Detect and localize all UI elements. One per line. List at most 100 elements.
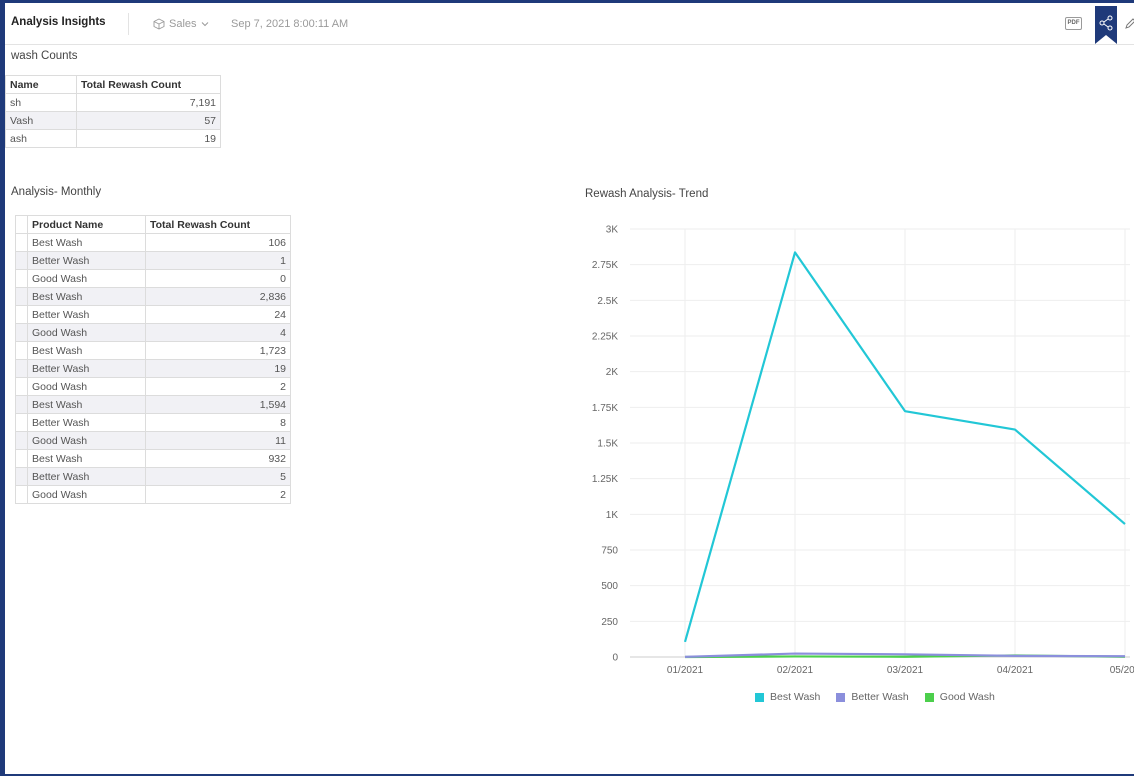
monthly-cell-product: Best Wash [27, 395, 146, 414]
pdf-export-button[interactable]: PDF [1065, 17, 1082, 30]
monthly-cell-group [15, 431, 28, 450]
monthly-cell-count: 106 [145, 233, 291, 252]
table-row: Vash 57 [5, 111, 221, 130]
monthly-cell-group [15, 413, 28, 432]
table-row: Good Wash 11 [15, 431, 291, 450]
report-header: Analysis Insights Sales Sep 7, 2021 8:00… [5, 3, 1134, 45]
legend-item-better-wash[interactable]: Better Wash [836, 691, 909, 703]
summary-header-row: Name Total Rewash Count [5, 75, 221, 94]
monthly-cell-product: Best Wash [27, 233, 146, 252]
monthly-header-row: Product Name Total Rewash Count [15, 215, 291, 234]
monthly-cell-group [15, 323, 28, 342]
monthly-col-product[interactable]: Product Name [27, 215, 146, 234]
monthly-cell-count: 1,594 [145, 395, 291, 414]
legend-item-good-wash[interactable]: Good Wash [924, 691, 995, 703]
dataset-selector[interactable]: Sales [153, 18, 209, 30]
chart-title: Rewash Analysis- Trend [585, 188, 709, 200]
monthly-cell-count: 2 [145, 485, 291, 504]
monthly-cell-count: 24 [145, 305, 291, 324]
monthly-cell-count: 0 [145, 269, 291, 288]
summary-cell-count: 19 [76, 129, 221, 148]
y-tick-label: 1.25K [592, 474, 618, 485]
y-tick-label: 1.75K [592, 403, 618, 414]
monthly-cell-count: 1,723 [145, 341, 291, 360]
table-row: Best Wash 1,594 [15, 395, 291, 414]
table-row: Better Wash 19 [15, 359, 291, 378]
table-row: ash 19 [5, 129, 221, 148]
app-frame: Analysis Insights Sales Sep 7, 2021 8:00… [0, 0, 1134, 776]
monthly-cell-product: Better Wash [27, 359, 146, 378]
table-row: Best Wash 2,836 [15, 287, 291, 306]
monthly-cell-group [15, 395, 28, 414]
cube-icon [153, 18, 165, 30]
monthly-cell-product: Best Wash [27, 287, 146, 306]
y-tick-label: 2K [606, 367, 619, 378]
monthly-cell-group [15, 305, 28, 324]
monthly-cell-product: Good Wash [27, 323, 146, 342]
chevron-down-icon [201, 22, 208, 27]
y-tick-label: 750 [601, 546, 618, 557]
summary-col-name[interactable]: Name [5, 75, 77, 94]
monthly-cell-group [15, 449, 28, 468]
x-tick-label: 05/202 [1110, 665, 1134, 676]
table-row: Best Wash 106 [15, 233, 291, 252]
monthly-cell-product: Best Wash [27, 341, 146, 360]
legend-label: Best Wash [770, 691, 821, 703]
header-divider [128, 13, 129, 35]
monthly-cell-group [15, 233, 28, 252]
summary-cell-name: ash [5, 129, 77, 148]
monthly-cell-product: Better Wash [27, 413, 146, 432]
summary-cell-count: 7,191 [76, 93, 221, 112]
monthly-cell-group [15, 251, 28, 270]
legend-swatch [755, 692, 764, 702]
summary-col-count[interactable]: Total Rewash Count [76, 75, 221, 94]
monthly-title: Analysis- Monthly [11, 186, 102, 198]
app-title: Analysis Insights [11, 16, 106, 28]
summary-cell-count: 57 [76, 111, 221, 130]
chart-legend: Best Wash Better Wash Good Wash [755, 691, 995, 703]
monthly-cell-product: Good Wash [27, 485, 146, 504]
monthly-cell-count: 5 [145, 467, 291, 486]
table-row: Better Wash 24 [15, 305, 291, 324]
monthly-cell-group [15, 377, 28, 396]
x-tick-label: 03/2021 [887, 665, 924, 676]
summary-cell-name: sh [5, 93, 77, 112]
monthly-cell-group [15, 467, 28, 486]
y-tick-label: 0 [612, 653, 618, 664]
y-tick-label: 2.25K [592, 332, 618, 343]
y-tick-label: 2.75K [592, 260, 618, 271]
monthly-cell-product: Better Wash [27, 467, 146, 486]
legend-swatch [924, 692, 934, 702]
legend-label: Good Wash [939, 691, 995, 703]
legend-label: Better Wash [851, 691, 909, 703]
monthly-cell-product: Good Wash [27, 269, 146, 288]
y-tick-label: 3K [606, 225, 619, 236]
y-tick-label: 250 [601, 617, 618, 628]
x-tick-label: 01/2021 [667, 665, 704, 676]
table-row: Best Wash 932 [15, 449, 291, 468]
y-tick-label: 2.5K [597, 296, 618, 307]
monthly-cell-count: 2,836 [145, 287, 291, 306]
pencil-icon[interactable] [1124, 18, 1134, 30]
monthly-cell-group [15, 269, 28, 288]
monthly-cell-count: 8 [145, 413, 291, 432]
monthly-cell-count: 2 [145, 377, 291, 396]
x-tick-label: 02/2021 [777, 665, 814, 676]
table-row: Better Wash 5 [15, 467, 291, 486]
share-icon[interactable] [1095, 6, 1117, 44]
monthly-cell-count: 11 [145, 431, 291, 450]
x-tick-label: 04/2021 [997, 665, 1034, 676]
monthly-cell-product: Best Wash [27, 449, 146, 468]
trend-line-chart: 0 250 500 750 1K 1.25K 1.5K 1.75K 2K 2.25K 2.5K 2.7… [592, 225, 1134, 677]
report-timestamp: Sep 7, 2021 8:00:11 AM [231, 18, 349, 30]
table-row: Best Wash 1,723 [15, 341, 291, 360]
y-tick-label: 1.5K [597, 439, 618, 450]
monthly-cell-product: Better Wash [27, 305, 146, 324]
monthly-col-count[interactable]: Total Rewash Count [145, 215, 291, 234]
monthly-table: Product Name Total Rewash Count Best Was… [15, 215, 291, 504]
table-row: Better Wash 8 [15, 413, 291, 432]
y-tick-label: 1K [606, 510, 619, 521]
monthly-cell-group [15, 359, 28, 378]
summary-cell-name: Vash [5, 111, 77, 130]
legend-item-best-wash[interactable]: Best Wash [755, 691, 820, 703]
